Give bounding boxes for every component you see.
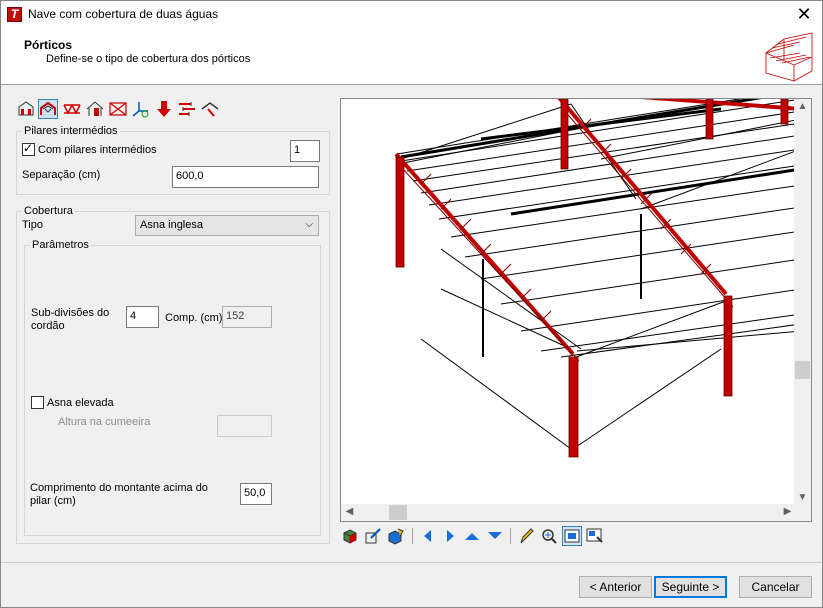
subdiv-input[interactable]: 4 xyxy=(126,306,159,328)
asna-elevada-checkbox[interactable] xyxy=(31,396,44,409)
select-pen-icon[interactable] xyxy=(516,526,536,546)
render-cube-icon[interactable] xyxy=(386,526,406,546)
title-bar: T Nave com cobertura de duas águas ✕ xyxy=(1,1,822,29)
altura-input xyxy=(217,415,272,437)
back-button[interactable]: < Anterior xyxy=(579,576,652,598)
page-subtitle: Define-se o tipo de cobertura dos pórtic… xyxy=(46,53,251,65)
arrow-down-icon[interactable] xyxy=(485,526,505,546)
truss-icon[interactable] xyxy=(62,99,82,119)
scroll-up-icon[interactable]: ▲ xyxy=(794,101,811,112)
arrow-left-icon[interactable] xyxy=(418,526,438,546)
edit-view-icon[interactable] xyxy=(363,526,383,546)
scroll-down-icon[interactable]: ▼ xyxy=(794,492,811,503)
gable-roof-icon[interactable] xyxy=(85,99,105,119)
frame-preview-icon xyxy=(765,32,813,82)
wizard-header: Pórticos Define-se o tipo de cobertura d… xyxy=(1,29,822,85)
down-arrow-load-icon[interactable] xyxy=(154,99,174,119)
chevron-down-icon: ⌵ xyxy=(305,219,313,230)
separacao-label: Separação (cm) xyxy=(22,169,101,181)
scroll-corner xyxy=(794,504,811,521)
frame-structure-drawing xyxy=(394,99,802,458)
montante-label-line2: pilar (cm) xyxy=(30,495,76,507)
com-pilares-label: Com pilares intermédios xyxy=(38,144,157,156)
toolbar-separator xyxy=(412,528,413,544)
tipo-label: Tipo xyxy=(22,219,43,231)
next-button[interactable]: Seguinte > xyxy=(654,576,727,598)
comp-label: Comp. (cm) xyxy=(165,312,223,324)
asna-elevada-label: Asna elevada xyxy=(47,397,114,409)
toolbar-separator xyxy=(510,528,511,544)
vertical-scroll-thumb[interactable] xyxy=(795,361,810,379)
horizontal-scrollbar[interactable]: ◀ ▶ xyxy=(341,504,796,521)
separacao-input[interactable]: 600,0 xyxy=(172,166,319,188)
scroll-left-icon[interactable]: ◀ xyxy=(341,506,358,517)
comp-readonly-field: 152 xyxy=(222,306,272,328)
axes-icon[interactable] xyxy=(131,99,151,119)
structure-3d-viewport[interactable]: ▲ ▼ ◀ ▶ xyxy=(340,98,812,522)
bracing-icon[interactable] xyxy=(108,99,128,119)
altura-label: Altura na cumeeira xyxy=(58,416,151,428)
parametros-legend: Parâmetros xyxy=(30,239,91,251)
zoom-extents-icon[interactable] xyxy=(585,526,605,546)
zoom-icon[interactable] xyxy=(539,526,559,546)
window-title: Nave com cobertura de duas águas xyxy=(28,7,219,21)
subdiv-label-line2: cordão xyxy=(31,320,65,332)
zoom-window-icon[interactable] xyxy=(562,526,582,546)
pilares-count-input[interactable]: 1 xyxy=(290,140,320,162)
arrow-up-icon[interactable] xyxy=(462,526,482,546)
page-title: Pórticos xyxy=(24,38,73,52)
arrow-right-icon[interactable] xyxy=(440,526,460,546)
montante-label-line1: Comprimento do montante acima do xyxy=(30,482,208,494)
subdiv-label-line1: Sub-divisões do xyxy=(31,307,110,319)
footer-divider xyxy=(1,562,822,563)
wizard-window: T Nave com cobertura de duas águas ✕ Pór… xyxy=(0,0,823,608)
app-logo-icon: T xyxy=(7,7,22,22)
com-pilares-checkbox[interactable] xyxy=(22,141,35,156)
pilares-legend: Pilares intermédios xyxy=(22,125,120,137)
cube-view-icon[interactable] xyxy=(340,526,360,546)
close-icon[interactable]: ✕ xyxy=(794,4,814,25)
vertical-scrollbar[interactable]: ▲ ▼ xyxy=(794,99,811,505)
horizontal-scroll-thumb[interactable] xyxy=(389,505,407,520)
cancel-button[interactable]: Cancelar xyxy=(739,576,812,598)
wind-load-icon[interactable] xyxy=(177,99,197,119)
frame-house-icon[interactable] xyxy=(16,99,36,119)
tipo-select-value: Asna inglesa xyxy=(140,219,203,231)
portal-frame-icon[interactable] xyxy=(38,99,58,119)
tipo-select[interactable]: Asna inglesa ⌵ xyxy=(135,215,319,236)
cobertura-legend: Cobertura xyxy=(22,205,75,217)
montante-input[interactable]: 50,0 xyxy=(240,483,272,505)
roof-pitch-icon[interactable] xyxy=(200,99,220,119)
